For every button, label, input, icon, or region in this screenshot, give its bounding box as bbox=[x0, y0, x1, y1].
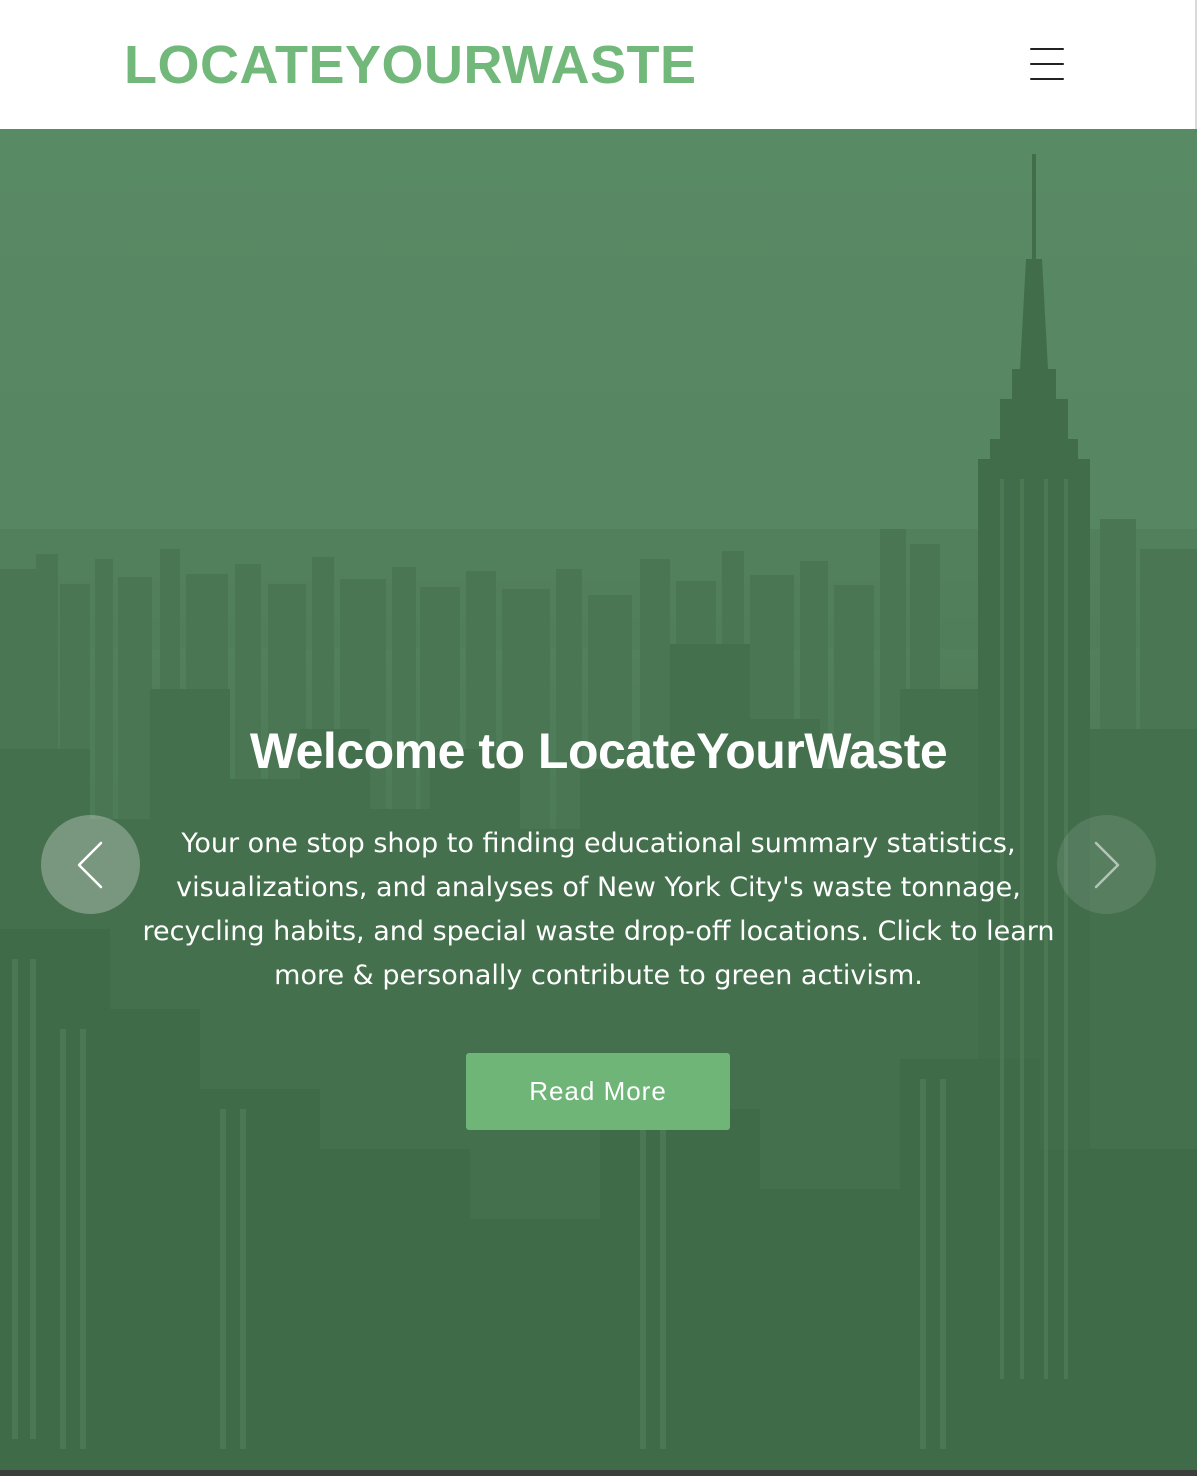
page-bottom-edge bbox=[0, 1470, 1197, 1476]
navbar: LOCATEYOURWASTE bbox=[0, 0, 1197, 129]
hamburger-menu-icon[interactable] bbox=[1022, 40, 1072, 88]
menu-bar-middle bbox=[1030, 63, 1064, 65]
carousel-next-button[interactable] bbox=[1057, 815, 1156, 914]
menu-bar-bottom bbox=[1030, 78, 1064, 80]
hero-title: Welcome to LocateYourWaste bbox=[249, 723, 948, 779]
hero-carousel: Welcome to LocateYourWaste Your one stop… bbox=[0, 129, 1197, 1470]
chevron-right-icon bbox=[1094, 841, 1120, 889]
hero-description: Your one stop shop to finding educationa… bbox=[142, 828, 1055, 991]
hero-green-overlay bbox=[0, 129, 1197, 1470]
menu-bar-top bbox=[1030, 48, 1064, 50]
chevron-left-icon bbox=[77, 841, 103, 889]
read-more-button[interactable]: Read More bbox=[466, 1053, 730, 1130]
brand-logo[interactable]: LOCATEYOURWASTE bbox=[124, 34, 697, 96]
carousel-prev-button[interactable] bbox=[41, 815, 140, 914]
